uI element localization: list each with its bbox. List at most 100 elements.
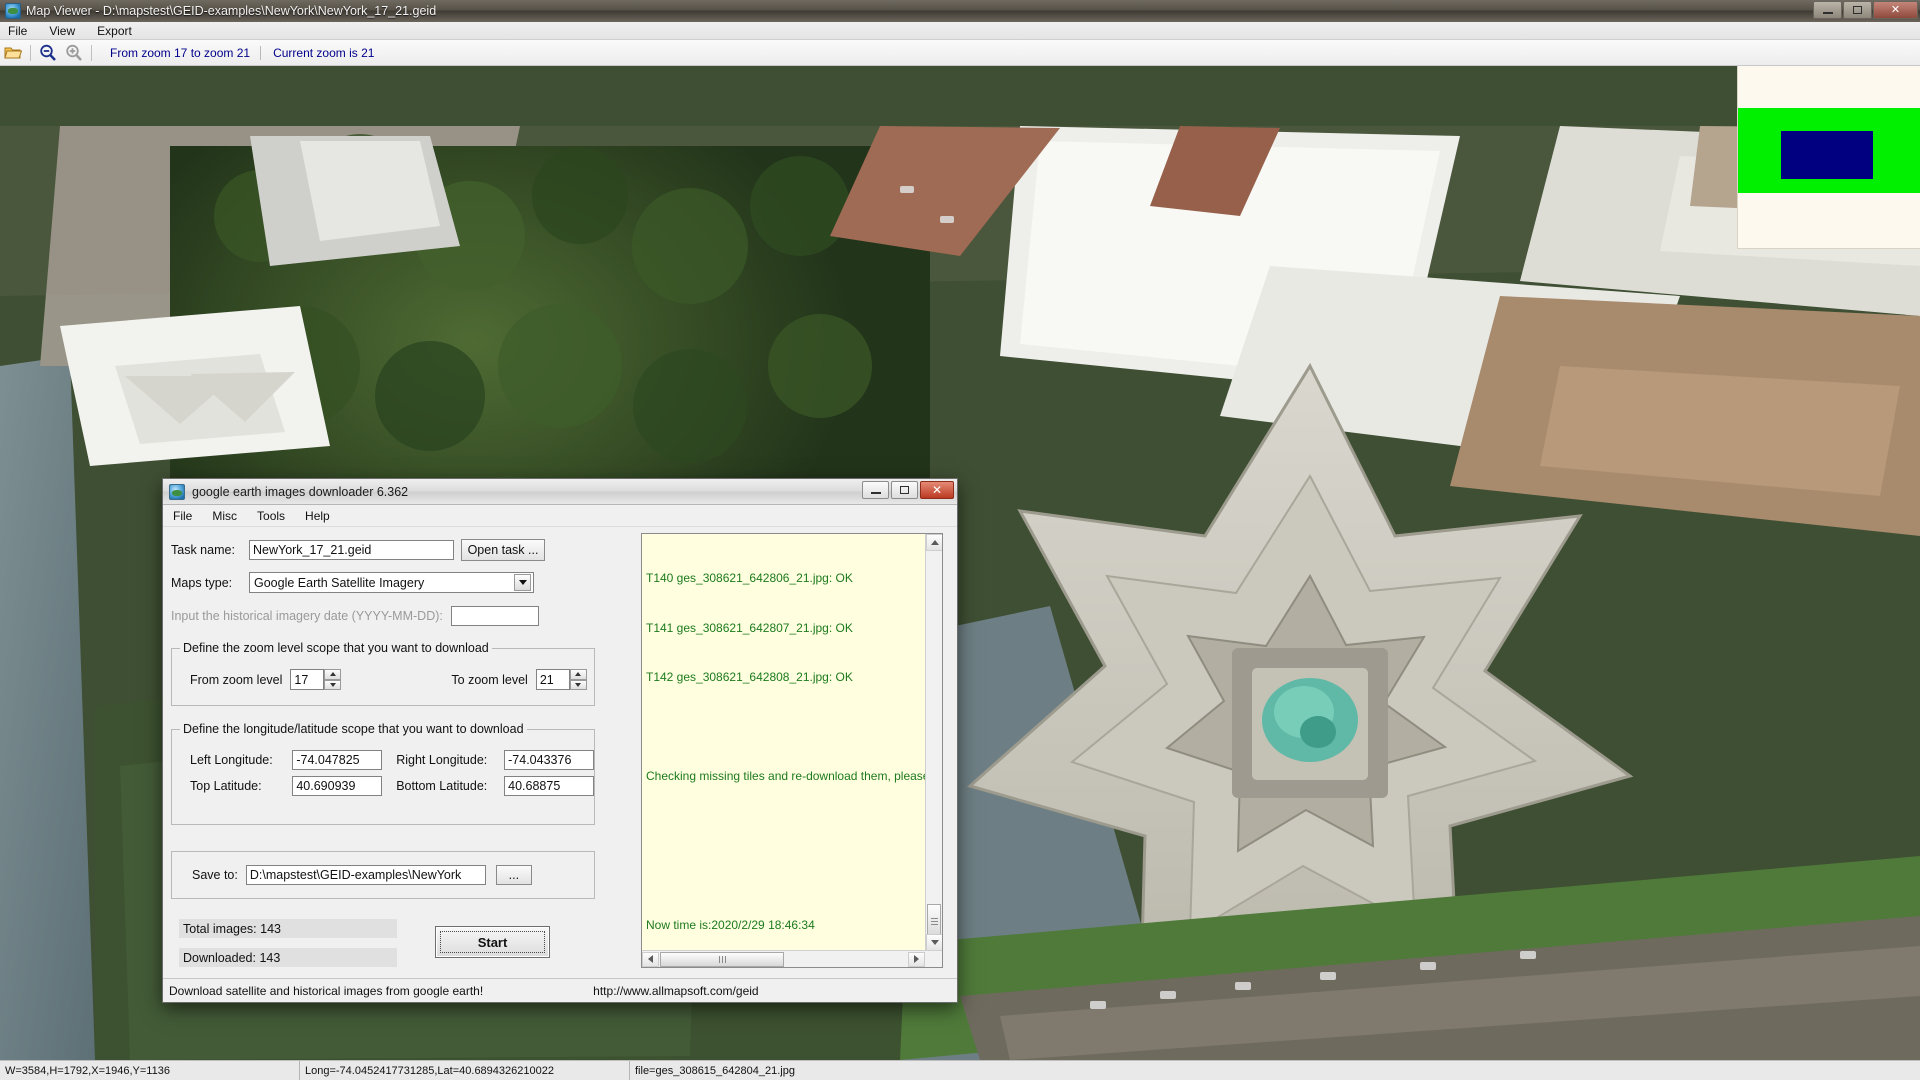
close-button[interactable]: ✕ (1873, 1, 1918, 19)
log-line: T140 ges_308621_642806_21.jpg: OK (646, 571, 853, 585)
chevron-down-icon[interactable] (514, 574, 531, 591)
scroll-left-button[interactable] (642, 951, 659, 967)
save-to-input[interactable]: D:\mapstest\GEID-examples\NewYork (245, 865, 486, 885)
from-zoom-label: From zoom level (190, 672, 283, 687)
status-coordinates: Long=-74.0452417731285,Lat=40.6894326210… (300, 1060, 630, 1080)
to-zoom-down-button[interactable] (569, 679, 587, 690)
task-name-label: Task name: (171, 543, 235, 557)
zoom-out-button[interactable] (35, 42, 61, 64)
log-line: T142 ges_308621_642808_21.jpg: OK (646, 670, 853, 684)
historical-date-input[interactable] (450, 606, 539, 626)
downloaded-counter: Downloaded: 143 (179, 948, 397, 967)
downloader-dialog[interactable]: google earth images downloader 6.362 ✕ F… (162, 478, 958, 1003)
status-dimensions: W=3584,H=1792,X=1946,Y=1136 (0, 1060, 300, 1080)
minimize-button[interactable] (1813, 1, 1842, 19)
start-button[interactable]: Start (435, 926, 550, 958)
dialog-maximize-button[interactable] (891, 481, 918, 499)
from-zoom-down-button[interactable] (324, 679, 342, 690)
browse-button[interactable]: ... (495, 865, 532, 885)
to-zoom-label: To zoom level (451, 672, 528, 687)
scroll-up-button[interactable] (926, 534, 942, 551)
toolbar-separator-1 (30, 44, 31, 61)
zoom-in-icon (66, 44, 82, 61)
main-menubar: File View Export (0, 22, 1920, 40)
status-file: file=ges_308615_642804_21.jpg (635, 1064, 795, 1077)
open-file-button[interactable] (0, 42, 26, 64)
zoom-range-label: From zoom 17 to zoom 21 (110, 45, 251, 60)
main-status-bar: W=3584,H=1792,X=1946,Y=1136 Long=-74.045… (0, 1060, 1920, 1080)
scroll-right-button[interactable] (908, 951, 925, 967)
to-zoom-value[interactable]: 21 (535, 669, 570, 690)
maps-type-select[interactable]: Google Earth Satellite Imagery (249, 572, 534, 593)
maximize-icon (900, 486, 909, 494)
dialog-menu-misc[interactable]: Misc (212, 509, 237, 523)
current-zoom-label: Current zoom is 21 (260, 45, 374, 60)
coordinate-scope-group: Define the longitude/latitude scope that… (171, 722, 595, 825)
log-panel[interactable]: T140 ges_308621_642806_21.jpg: OK T141 g… (641, 533, 943, 968)
zoom-scope-title: Define the zoom level scope that you wan… (180, 641, 492, 655)
bottom-latitude-label: Bottom Latitude: (396, 779, 488, 793)
right-longitude-label: Right Longitude: (396, 753, 488, 767)
open-task-button[interactable]: Open task ... (461, 539, 545, 561)
historical-date-label: Input the historical imagery date (YYYY-… (171, 609, 443, 623)
dialog-status-bar: Download satellite and historical images… (163, 978, 957, 1002)
dialog-menubar: File Misc Tools Help (163, 505, 957, 527)
dialog-title: google earth images downloader 6.362 (192, 484, 409, 499)
zoom-out-icon (40, 44, 56, 61)
maximize-icon (1853, 6, 1862, 14)
menu-item-export[interactable]: Export (97, 24, 132, 38)
download-form: Task name: NewYork_17_21.geid Open task … (171, 533, 631, 968)
log-line: Now time is:2020/2/29 18:46:34 (646, 917, 815, 932)
from-zoom-up-button[interactable] (324, 669, 342, 680)
folder-open-icon (4, 47, 22, 59)
log-horizontal-scrollbar[interactable] (642, 950, 942, 967)
zoom-scope-group: Define the zoom level scope that you wan… (171, 641, 595, 706)
log-line: Checking missing tiles and re-download t… (646, 769, 938, 783)
main-titlebar: Map Viewer - D:\mapstest\GEID-examples\N… (0, 0, 1920, 22)
minimap-viewport-rect[interactable] (1781, 131, 1873, 179)
start-button-label: Start (440, 931, 545, 953)
dialog-menu-tools[interactable]: Tools (257, 509, 285, 523)
maps-type-label: Maps type: (171, 575, 233, 590)
dialog-globe-icon (169, 483, 185, 500)
log-vertical-scrollbar[interactable] (925, 534, 942, 950)
bottom-latitude-input[interactable]: 40.68875 (504, 776, 595, 796)
main-toolbar: From zoom 17 to zoom 21 Current zoom is … (0, 40, 1920, 66)
from-zoom-stepper[interactable]: 17 (290, 669, 342, 690)
dialog-close-button[interactable]: ✕ (920, 481, 954, 499)
maximize-button[interactable] (1843, 1, 1872, 19)
dialog-minimize-button[interactable] (862, 481, 889, 499)
maps-type-value: Google Earth Satellite Imagery (254, 575, 425, 590)
dialog-menu-help[interactable]: Help (305, 509, 330, 523)
menu-item-view[interactable]: View (49, 24, 75, 38)
dialog-titlebar[interactable]: google earth images downloader 6.362 ✕ (163, 479, 957, 505)
scroll-down-button[interactable] (926, 934, 942, 950)
top-latitude-label: Top Latitude: (190, 779, 262, 793)
task-name-input[interactable]: NewYork_17_21.geid (249, 540, 454, 560)
menu-item-file[interactable]: File (8, 24, 27, 38)
left-longitude-label: Left Longitude: (190, 753, 273, 767)
main-window-controls: ✕ (1813, 1, 1918, 19)
to-zoom-up-button[interactable] (569, 669, 587, 680)
left-longitude-input[interactable]: -74.047825 (292, 750, 383, 770)
minimize-icon (1822, 12, 1833, 14)
app-root: Map Viewer - D:\mapstest\GEID-examples\N… (0, 0, 1920, 1080)
dialog-body: Task name: NewYork_17_21.geid Open task … (163, 527, 957, 974)
to-zoom-stepper[interactable]: 21 (535, 669, 587, 690)
dialog-status-url[interactable]: http://www.allmapsoft.com/geid (593, 984, 758, 998)
app-globe-icon (5, 3, 21, 19)
right-longitude-input[interactable]: -74.043376 (504, 750, 595, 770)
zoom-in-button[interactable] (61, 42, 87, 64)
top-latitude-input[interactable]: 40.690939 (292, 776, 383, 796)
save-to-label: Save to: (192, 868, 238, 882)
minimize-icon (870, 492, 881, 494)
main-window-title: Map Viewer - D:\mapstest\GEID-examples\N… (26, 4, 437, 18)
dialog-menu-file[interactable]: File (173, 509, 192, 523)
vertical-scroll-thumb[interactable] (927, 904, 941, 938)
from-zoom-value[interactable]: 17 (290, 669, 325, 690)
dialog-status-message: Download satellite and historical images… (169, 983, 484, 998)
log-output: T140 ges_308621_642806_21.jpg: OK T141 g… (642, 534, 942, 950)
horizontal-scroll-thumb[interactable] (660, 951, 784, 967)
minimap-overlay[interactable] (1737, 66, 1920, 249)
